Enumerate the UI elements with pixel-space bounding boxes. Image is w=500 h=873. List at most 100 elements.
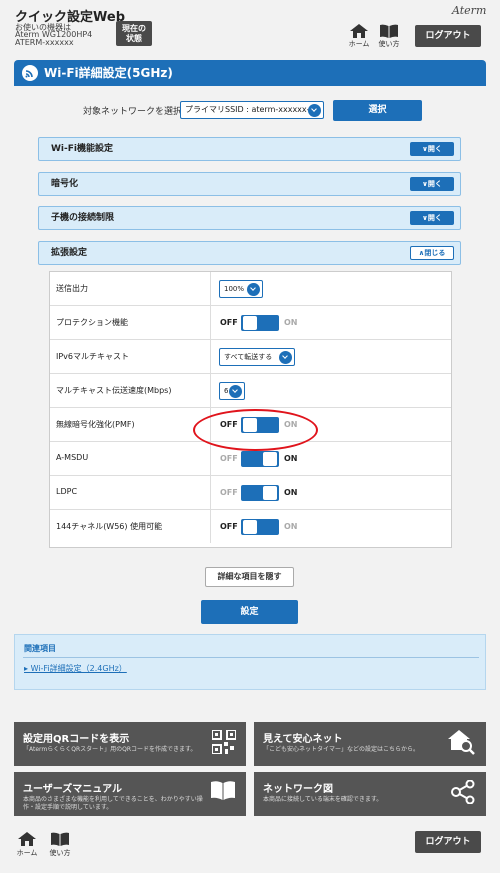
share-network-icon [451, 780, 475, 804]
multicast-rate-value: 6 [224, 387, 229, 395]
highlight-ring [193, 409, 318, 451]
help-label: 使い方 [378, 40, 400, 48]
setting-label: プロテクション機能 [56, 318, 128, 327]
tile-subtitle: 本商品に接続している端末を確認できます。 [263, 796, 383, 803]
house-search-icon [448, 730, 475, 755]
related-heading: 関連項目 [24, 644, 56, 653]
toggle-switch[interactable] [241, 519, 279, 535]
expand-button[interactable]: ∨開く [410, 211, 454, 225]
toggle-on-label: ON [284, 522, 298, 531]
logout-button[interactable]: ログアウト [415, 25, 481, 47]
page-title-bar: Wi-Fi詳細設定(5GHz) [14, 60, 486, 86]
setting-row-tx-power: 送信出力 100% [50, 272, 451, 306]
home-icon [18, 832, 36, 846]
toggle-knob [263, 452, 277, 466]
accordion-extended-settings[interactable]: 拡張設定 ∧閉じる [38, 241, 461, 265]
toggle-switch[interactable] [241, 451, 279, 467]
tile-subtitle: 「AtermらくらくQRスタート」用のQRコードを作成できます。 [23, 746, 197, 753]
footer-help-label: 使い方 [49, 849, 71, 857]
tile-subtitle: 本商品のさまざまな機能を利用してできることを、わかりやすい操作・設定手順で説明し… [23, 796, 203, 811]
ldpc-toggle[interactable]: OFF ON [218, 485, 338, 501]
tile-title: ネットワーク図 [263, 784, 333, 795]
book-icon [380, 24, 398, 38]
ipv6-multicast-value: すべて転送する [224, 353, 273, 361]
tile-title: ユーザーズマニュアル [23, 784, 122, 795]
setting-row-ldpc: LDPC OFF ON [50, 476, 451, 510]
ipv6-multicast-select[interactable]: すべて転送する [219, 348, 295, 366]
book-icon [211, 781, 235, 800]
help-nav[interactable]: 使い方 [376, 24, 402, 49]
setting-label: マルチキャスト伝送速度(Mbps) [56, 386, 172, 395]
related-link-label: Wi-Fi詳細設定（2.4GHz） [30, 664, 127, 673]
ch144-toggle[interactable]: OFF ON [218, 519, 338, 535]
toggle-on-label: ON [284, 488, 298, 497]
toggle-knob [263, 486, 277, 500]
accordion-client-restriction[interactable]: 子機の接続制限 ∨開く [38, 206, 461, 230]
footer-home-label: ホーム [16, 849, 38, 857]
network-select[interactable]: プライマリSSID : aterm-xxxxxx-x [180, 101, 324, 119]
tile-network-map[interactable]: ネットワーク図 本商品に接続している端末を確認できます。 [254, 772, 486, 816]
qr-code-icon [212, 730, 236, 754]
accordion-label: 暗号化 [51, 179, 79, 189]
device-name: ATERM-xxxxxx [15, 38, 74, 47]
toggle-knob [243, 316, 257, 330]
footer-help-nav[interactable]: 使い方 [47, 832, 73, 858]
network-select-label: 対象ネットワークを選択 [83, 107, 183, 117]
setting-label: 144チャネル(W56) 使用可能 [56, 522, 163, 531]
expand-button[interactable]: ∨開く [410, 177, 454, 191]
setting-row-multicast-rate: マルチキャスト伝送速度(Mbps) 6 [50, 374, 451, 408]
network-select-value: プライマリSSID : aterm-xxxxxx-x [185, 105, 315, 114]
tile-subtitle: 「こども安心ネットタイマー」などの設定はこちらから。 [263, 746, 420, 753]
setting-label: 無線暗号化強化(PMF) [56, 420, 135, 429]
header: クイック設定Web お使いの機器は Aterm WG1200HP4 ATERM-… [0, 0, 500, 54]
protection-toggle[interactable]: OFF ON [218, 315, 338, 331]
toggle-on-label: ON [284, 454, 298, 463]
setting-row-ipv6-multicast: IPv6マルチキャスト すべて転送する [50, 340, 451, 374]
chevron-down-icon [308, 104, 321, 117]
home-nav[interactable]: ホーム [346, 24, 372, 49]
toggle-knob [243, 520, 257, 534]
toggle-off-label: OFF [220, 522, 238, 531]
setting-row-ch144: 144チャネル(W56) 使用可能 OFF ON [50, 510, 451, 544]
tx-power-value: 100% [224, 285, 245, 293]
tile-title: 設定用QRコードを表示 [23, 734, 130, 745]
tile-safe-net[interactable]: 見えて安心ネット 「こども安心ネットタイマー」などの設定はこちらから。 [254, 722, 486, 766]
accordion-wifi-function[interactable]: Wi-Fi機能設定 ∨開く [38, 137, 461, 161]
save-button[interactable]: 設定 [201, 600, 298, 624]
wifi-icon [22, 65, 38, 81]
accordion-label: 子機の接続制限 [51, 213, 115, 223]
chevron-down-icon [247, 283, 260, 296]
setting-label: IPv6マルチキャスト [56, 352, 130, 361]
toggle-on-label: ON [284, 318, 298, 327]
toggle-switch[interactable] [241, 485, 279, 501]
setting-label: LDPC [56, 487, 78, 496]
home-icon [350, 24, 368, 38]
related-items: 関連項目 ▸ Wi-Fi詳細設定（2.4GHz） [14, 634, 486, 690]
home-label: ホーム [348, 40, 370, 48]
divider [23, 657, 479, 658]
current-status-button[interactable]: 現在の 状態 [116, 21, 152, 46]
tile-title: 見えて安心ネット [263, 734, 343, 745]
expand-button[interactable]: ∨開く [410, 142, 454, 156]
multicast-rate-select[interactable]: 6 [219, 382, 245, 400]
setting-label: A-MSDU [56, 453, 89, 462]
tile-qr-code[interactable]: 設定用QRコードを表示 「AtermらくらくQRスタート」用のQRコードを作成で… [14, 722, 246, 766]
tile-user-manual[interactable]: ユーザーズマニュアル 本商品のさまざまな機能を利用してできることを、わかりやすい… [14, 772, 246, 816]
book-icon [51, 832, 69, 846]
setting-row-protection: プロテクション機能 OFF ON [50, 306, 451, 340]
toggle-off-label: OFF [220, 454, 238, 463]
footer-home-nav[interactable]: ホーム [14, 832, 40, 858]
tx-power-select[interactable]: 100% [219, 280, 263, 298]
toggle-switch[interactable] [241, 315, 279, 331]
chevron-down-icon [229, 385, 242, 398]
amsdu-toggle[interactable]: OFF ON [218, 451, 338, 467]
related-link-wifi-24ghz[interactable]: ▸ Wi-Fi詳細設定（2.4GHz） [24, 663, 127, 674]
accordion-encryption[interactable]: 暗号化 ∨開く [38, 172, 461, 196]
select-button[interactable]: 選択 [333, 100, 422, 121]
brand-logo: Aterm [452, 4, 487, 17]
chevron-down-icon [279, 351, 292, 364]
footer-logout-button[interactable]: ログアウト [415, 831, 481, 853]
collapse-button[interactable]: ∧閉じる [410, 246, 454, 260]
toggle-off-label: OFF [220, 318, 238, 327]
hide-details-button[interactable]: 詳細な項目を隠す [205, 567, 294, 587]
